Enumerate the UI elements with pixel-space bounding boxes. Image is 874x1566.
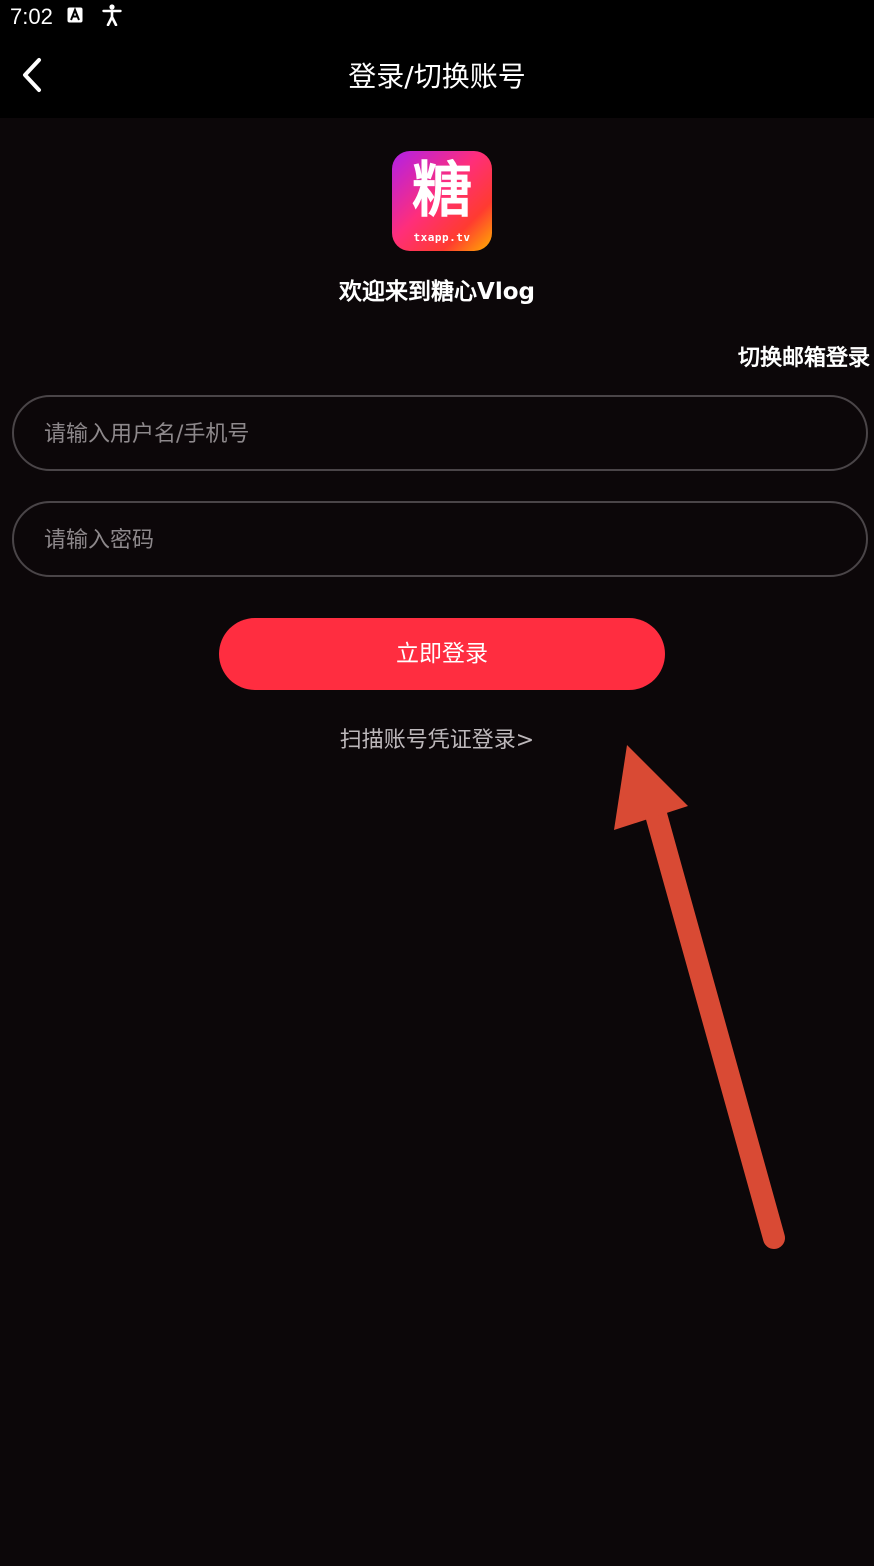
logo-url: txapp.tv bbox=[413, 231, 471, 244]
back-button[interactable] bbox=[10, 52, 54, 102]
status-time: 7:02 bbox=[10, 4, 53, 29]
page-title: 登录/切换账号 bbox=[348, 60, 526, 93]
nav-bar: 登录/切换账号 bbox=[0, 36, 874, 118]
scan-credential-login-link[interactable]: 扫描账号凭证登录> bbox=[0, 724, 874, 758]
username-field[interactable] bbox=[12, 395, 868, 471]
logo-glyph: 糖 bbox=[412, 156, 472, 226]
username-input[interactable] bbox=[42, 397, 836, 471]
text-a-icon bbox=[67, 7, 83, 23]
switch-email-login-link[interactable]: 切换邮箱登录 bbox=[738, 342, 870, 376]
app-logo: 糖 txapp.tv bbox=[392, 151, 492, 251]
status-bar: 7:02 bbox=[0, 0, 874, 36]
password-input[interactable] bbox=[42, 503, 836, 577]
accessibility-icon bbox=[102, 4, 122, 27]
password-field[interactable] bbox=[12, 501, 868, 577]
login-button[interactable]: 立即登录 bbox=[219, 618, 665, 690]
chevron-left-icon bbox=[20, 57, 44, 97]
welcome-text: 欢迎来到糖心Vlog bbox=[339, 279, 535, 305]
